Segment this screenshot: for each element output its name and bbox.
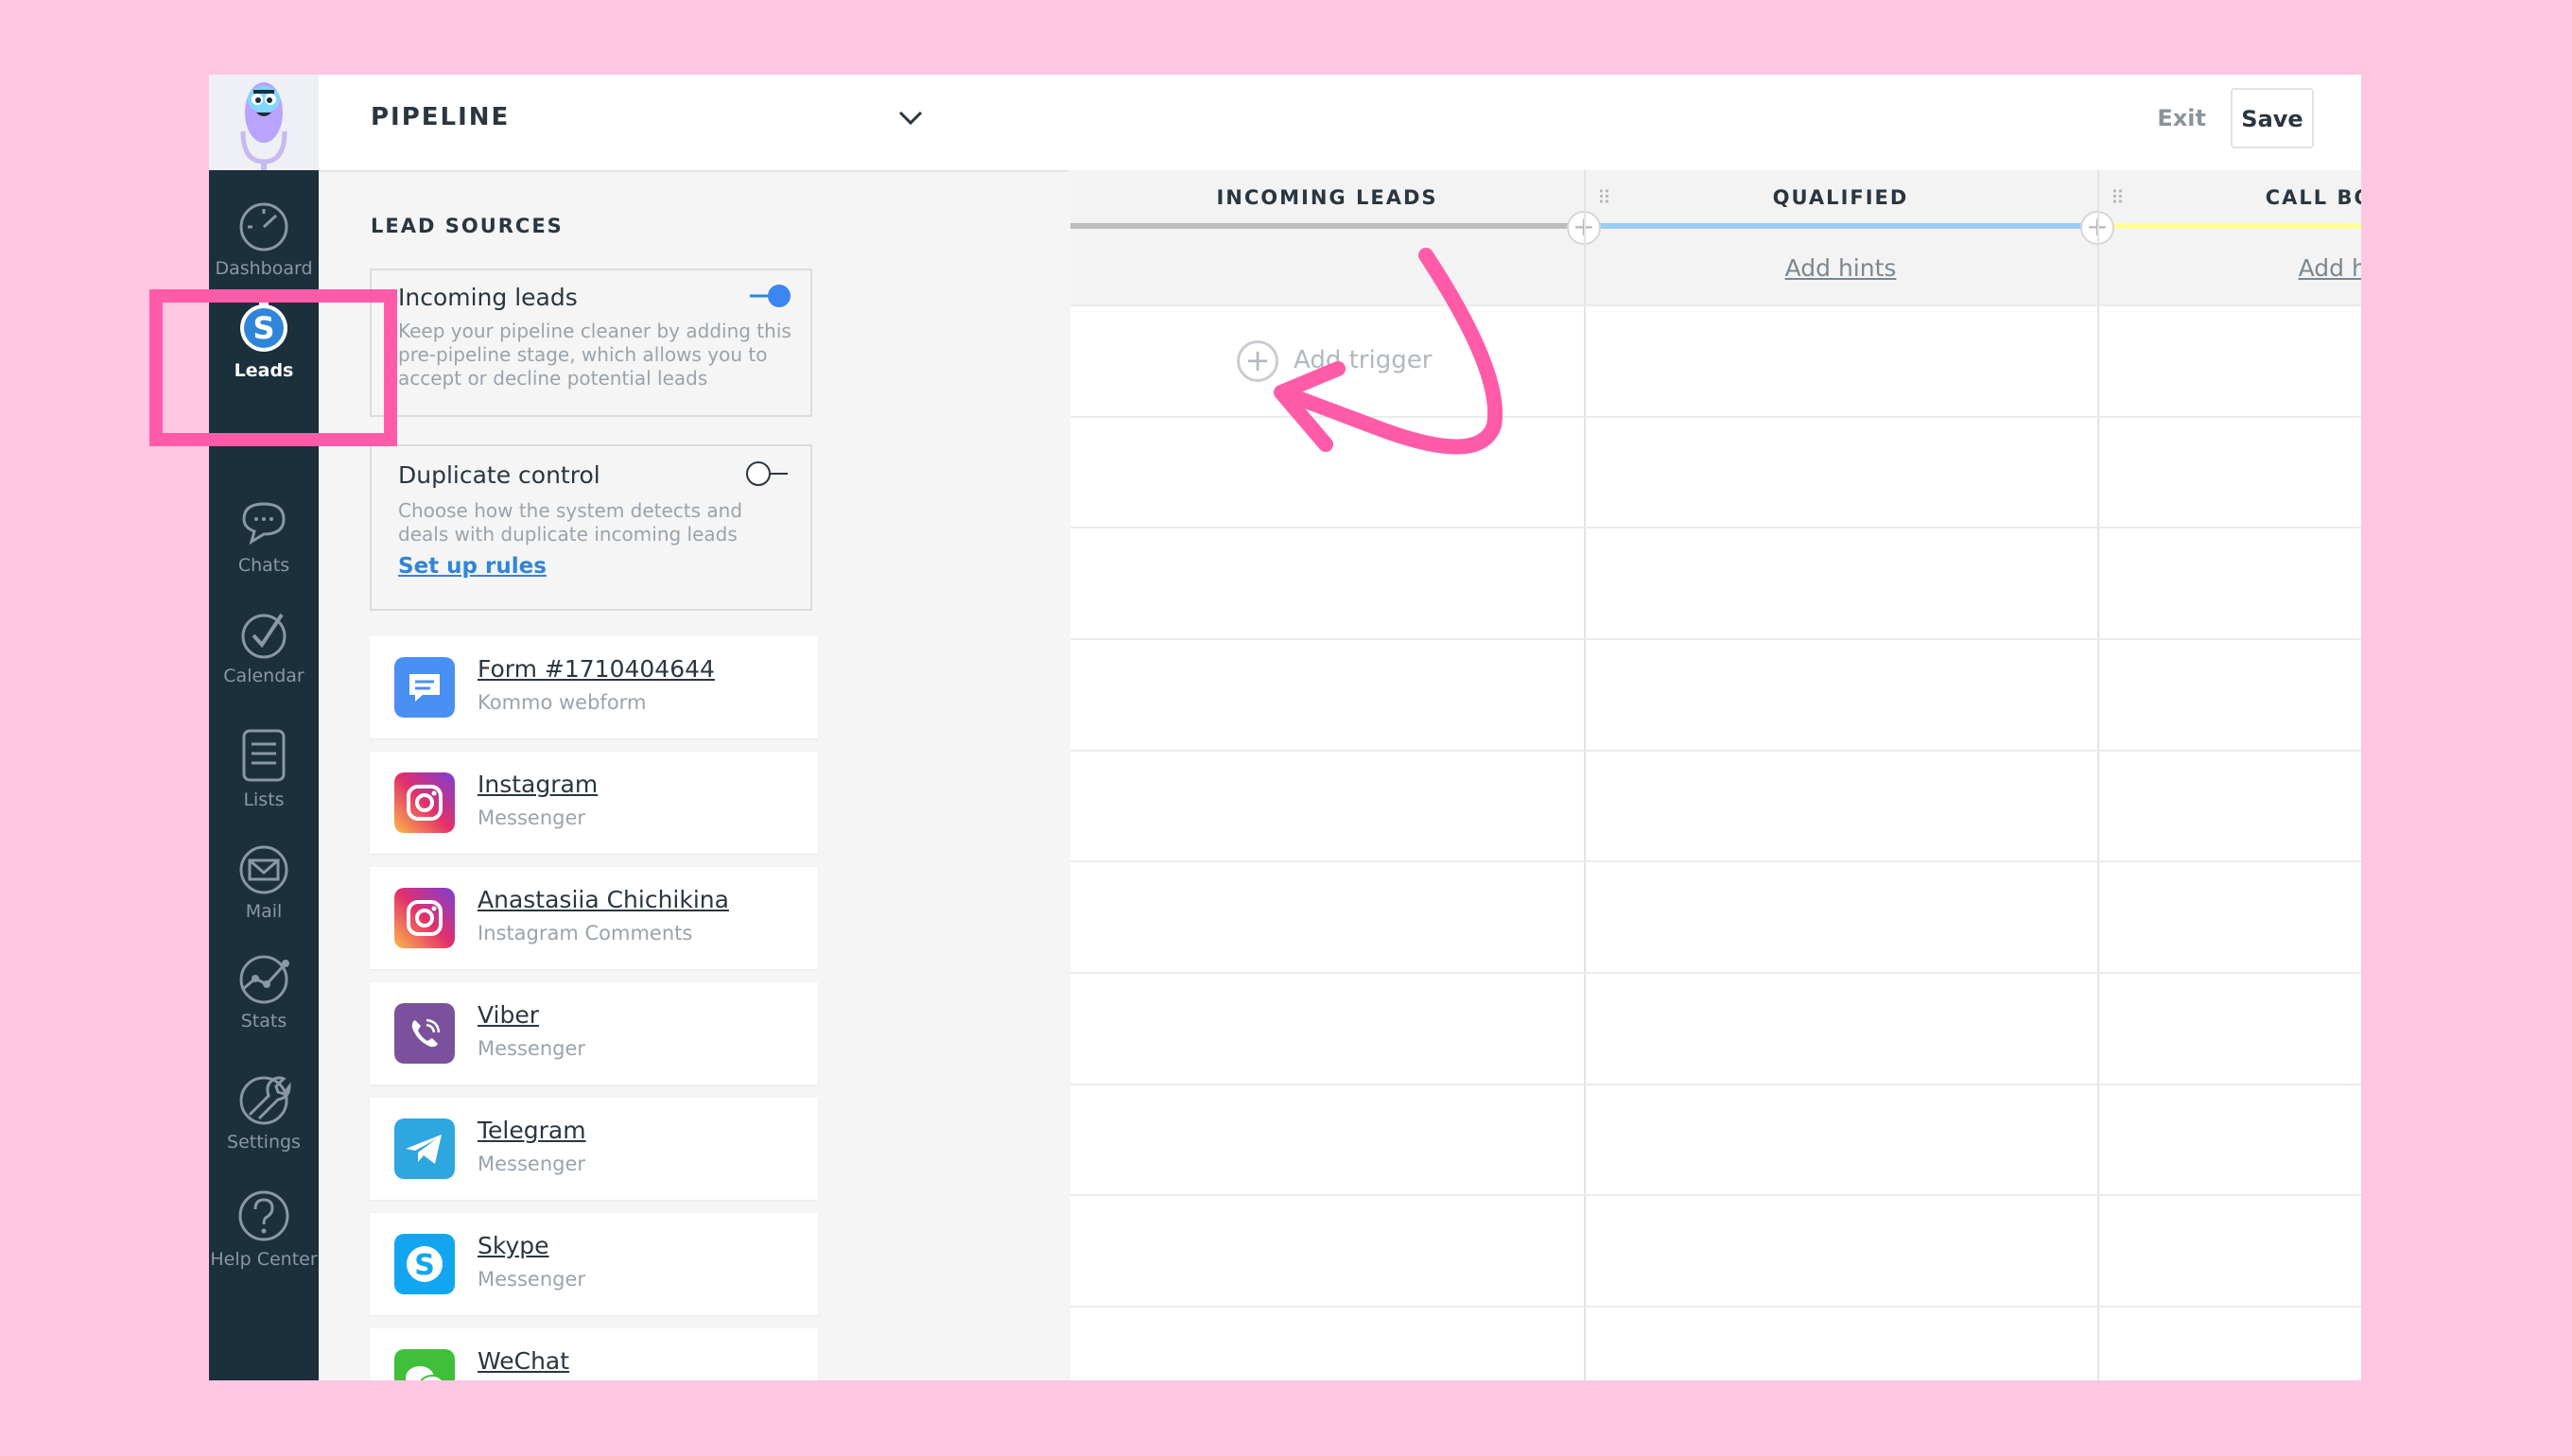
nav-mail[interactable]: Mail — [209, 818, 319, 922]
nav-rail: Dashboard S Leads Chats Calendar Lists M… — [209, 75, 319, 1380]
form-icon — [394, 657, 455, 718]
nav-label: Help Center — [210, 1249, 318, 1270]
save-button[interactable]: Save — [2231, 88, 2314, 148]
lead-source-type: Kommo webform — [478, 691, 647, 714]
nav-settings[interactable]: Settings — [209, 1045, 319, 1153]
checkmark-icon — [241, 613, 287, 659]
lead-source-name[interactable]: Viber — [478, 1001, 539, 1029]
lead-source-name[interactable]: Form #1710404644 — [478, 655, 715, 683]
add-hints-link[interactable]: Add hints — [2097, 254, 2361, 282]
pipeline-title: PIPELINE — [371, 103, 511, 131]
list-icon — [242, 729, 286, 782]
row-divider — [1070, 1306, 2361, 1308]
instagram-icon — [394, 772, 455, 833]
drag-handle-icon[interactable]: ⠿ — [2111, 186, 2126, 209]
lead-source-type: Messenger — [478, 806, 586, 829]
lead-source-item[interactable]: Anastasiia Chichikina Instagram Comments — [370, 867, 818, 969]
highlight-box — [149, 289, 397, 446]
set-up-rules-link[interactable]: Set up rules — [398, 554, 547, 579]
stage-color-bar — [1070, 223, 1570, 229]
incoming-leads-description: Keep your pipeline cleaner by adding thi… — [398, 320, 791, 390]
stage-color-bar — [1598, 223, 2083, 229]
chat-bubble-icon — [242, 502, 286, 546]
lead-source-item[interactable]: Instagram Messenger — [370, 752, 818, 854]
account-avatar[interactable] — [209, 75, 319, 170]
nav-label: Mail — [245, 901, 283, 922]
row-divider — [1070, 972, 2361, 974]
exit-button[interactable]: Exit — [2157, 105, 2206, 131]
nav-chats[interactable]: Chats — [209, 472, 319, 576]
nav-label: Lists — [243, 789, 285, 810]
svg-text:S: S — [414, 1249, 435, 1282]
lead-source-name[interactable]: Instagram — [478, 771, 598, 798]
lead-source-type: Messenger — [478, 1037, 586, 1060]
stage-title-qualified[interactable]: QUALIFIED — [1584, 186, 2097, 209]
lead-source-type: Instagram Comments — [478, 922, 693, 945]
lead-source-item[interactable]: Telegram Messenger — [370, 1098, 818, 1200]
column-divider — [2097, 170, 2099, 1380]
stage-title-call-booked[interactable]: CALL BOOKED — [2097, 186, 2361, 209]
nav-label: Stats — [240, 1011, 287, 1031]
wechat-icon — [394, 1349, 455, 1380]
row-divider — [1070, 750, 2361, 752]
nav-calendar[interactable]: Calendar — [209, 582, 319, 686]
duplicate-control-card: Duplicate control Choose how the system … — [370, 444, 812, 611]
stage-color-bar — [2111, 223, 2361, 229]
nav-help-center[interactable]: Help Center — [209, 1162, 319, 1270]
curved-arrow-icon — [1274, 248, 1503, 455]
column-divider — [1584, 170, 1586, 1380]
incoming-leads-card: Incoming leads Keep your pipeline cleane… — [370, 269, 812, 417]
stats-icon — [239, 955, 289, 1004]
duplicate-control-title: Duplicate control — [398, 461, 600, 489]
lead-source-name[interactable]: Anastasiia Chichikina — [478, 886, 729, 913]
stage-title-incoming-leads[interactable]: INCOMING LEADS — [1070, 186, 1584, 209]
row-divider — [1070, 1194, 2361, 1196]
lead-source-item[interactable]: Viber Messenger — [370, 982, 818, 1084]
incoming-leads-title: Incoming leads — [398, 284, 578, 311]
nav-label: Dashboard — [215, 258, 313, 279]
instagram-icon — [394, 888, 455, 948]
nav-dashboard[interactable]: Dashboard — [209, 175, 319, 279]
board-header: Exit Save — [1070, 75, 2361, 172]
add-hints-link[interactable]: Add hints — [1584, 254, 2097, 282]
sidebar-header[interactable]: PIPELINE — [319, 75, 1070, 172]
nav-stats[interactable]: Stats — [209, 927, 319, 1031]
envelope-icon — [239, 845, 288, 894]
lead-source-name[interactable]: WeChat — [478, 1347, 569, 1375]
lead-source-type: Messenger — [478, 1153, 586, 1175]
row-divider — [1070, 1083, 2361, 1085]
speedometer-icon — [239, 202, 288, 251]
drag-handle-icon[interactable]: ⠿ — [1597, 186, 1612, 209]
duplicate-control-description: Choose how the system detects and deals … — [398, 499, 743, 546]
nav-label: Calendar — [223, 666, 304, 686]
row-divider — [1070, 860, 2361, 862]
lead-source-item[interactable]: Form #1710404644 Kommo webform — [370, 636, 818, 738]
lead-sources-heading: LEAD SOURCES — [371, 215, 564, 237]
row-divider — [1070, 527, 2361, 529]
nav-label: Chats — [237, 555, 290, 576]
lead-source-name[interactable]: Telegram — [478, 1117, 586, 1144]
chevron-down-icon[interactable] — [897, 109, 924, 128]
lead-source-type: Messenger — [478, 1268, 586, 1291]
incoming-leads-toggle[interactable] — [748, 282, 793, 310]
lead-source-item[interactable]: WeChat — [370, 1328, 818, 1380]
row-divider — [1070, 638, 2361, 640]
viber-icon — [394, 1003, 455, 1064]
nav-label: Settings — [227, 1132, 301, 1153]
question-mark-icon — [238, 1190, 289, 1241]
telegram-icon — [394, 1118, 455, 1179]
wrench-icon — [239, 1076, 291, 1125]
lead-source-name[interactable]: Skype — [478, 1232, 549, 1259]
nav-lists[interactable]: Lists — [209, 699, 319, 810]
lead-source-item[interactable]: S Skype Messenger — [370, 1213, 818, 1315]
pipeline-sidebar: PIPELINE LEAD SOURCES Incoming leads Kee… — [319, 75, 1072, 1380]
skype-icon: S — [394, 1234, 455, 1294]
duplicate-control-toggle[interactable] — [744, 459, 790, 488]
